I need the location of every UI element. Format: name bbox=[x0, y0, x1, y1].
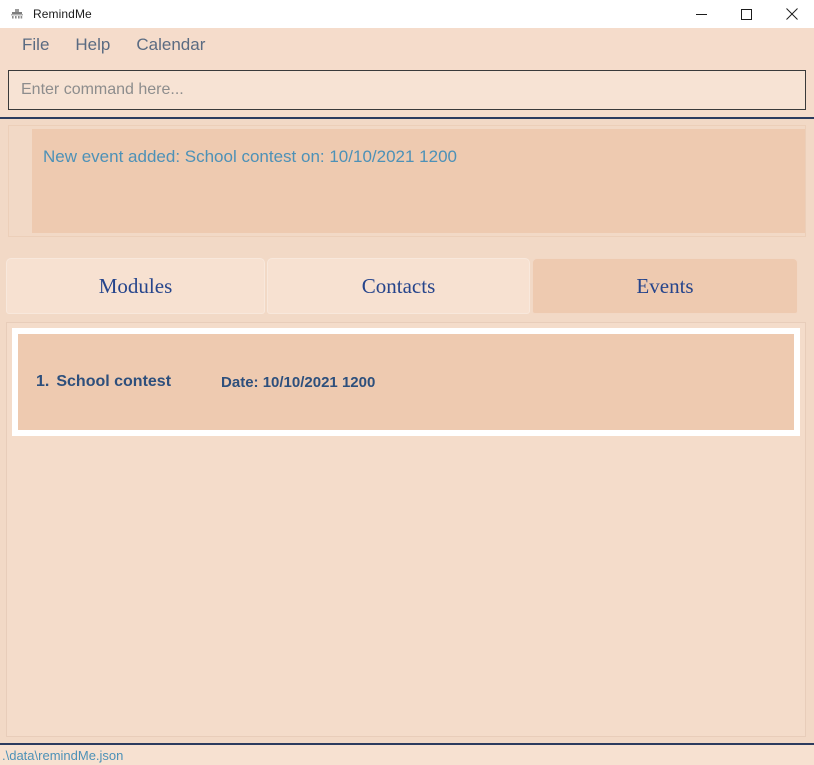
minimize-button[interactable] bbox=[679, 0, 724, 28]
command-box[interactable] bbox=[8, 70, 806, 110]
status-bar: .\data\remindMe.json bbox=[0, 745, 814, 765]
list-item[interactable]: 1. School contest Date: 10/10/2021 1200 bbox=[12, 328, 800, 436]
title-bar: RemindMe bbox=[0, 0, 814, 28]
list-item-index: 1. bbox=[36, 373, 50, 390]
status-file-path: .\data\remindMe.json bbox=[2, 747, 124, 763]
command-input[interactable] bbox=[21, 81, 793, 99]
result-outer-panel: New event added: School contest on: 10/1… bbox=[8, 125, 806, 237]
tab-events[interactable]: Events bbox=[532, 258, 798, 314]
command-region bbox=[0, 64, 814, 118]
tab-modules[interactable]: Modules bbox=[6, 258, 265, 314]
list-item-name: School contest bbox=[56, 373, 172, 390]
menu-bar: File Help Calendar bbox=[0, 28, 814, 64]
window-controls bbox=[679, 0, 814, 28]
menu-item-calendar[interactable]: Calendar bbox=[123, 34, 218, 59]
list-region: 1. School contest Date: 10/10/2021 1200 bbox=[0, 317, 814, 743]
close-button[interactable] bbox=[769, 0, 814, 28]
event-list-panel[interactable]: 1. School contest Date: 10/10/2021 1200 bbox=[6, 322, 806, 737]
app-window: RemindMe File Help Calendar Enter comman… bbox=[0, 0, 814, 765]
tab-contacts[interactable]: Contacts bbox=[267, 258, 530, 314]
menu-item-file[interactable]: File bbox=[9, 34, 62, 59]
result-display-box: New event added: School contest on: 10/1… bbox=[32, 129, 805, 233]
maximize-button[interactable] bbox=[724, 0, 769, 28]
title-bar-left: RemindMe bbox=[0, 6, 679, 22]
window-title: RemindMe bbox=[33, 7, 92, 21]
result-message: New event added: School contest on: 10/1… bbox=[43, 147, 457, 166]
result-region: New event added: School contest on: 10/1… bbox=[0, 119, 814, 245]
app-icon bbox=[9, 6, 25, 22]
menu-item-help[interactable]: Help bbox=[62, 34, 123, 59]
tab-bar: Modules Contacts Events bbox=[0, 245, 814, 317]
list-item-date: Date: 10/10/2021 1200 bbox=[221, 373, 376, 391]
